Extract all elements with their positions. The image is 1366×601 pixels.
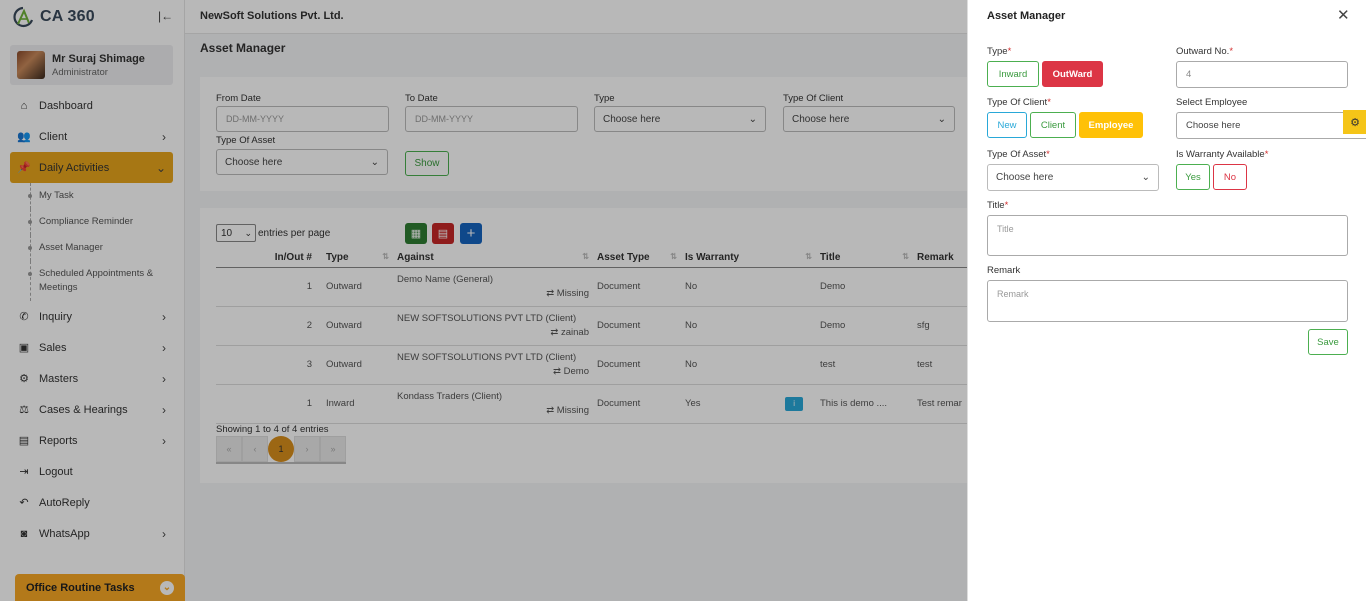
title-label: Title* — [987, 200, 1009, 211]
select-employee-input[interactable]: Choose here — [1176, 112, 1366, 139]
chevron-down-icon: ⌄ — [1141, 172, 1150, 183]
close-icon[interactable]: ✕ — [1337, 6, 1350, 24]
gear-icon[interactable]: ⚙ — [1343, 110, 1366, 134]
asset-manager-panel: Asset Manager ✕ Type* Inward OutWard Out… — [967, 0, 1366, 601]
outward-no-input[interactable]: 4 — [1176, 61, 1348, 88]
new-button[interactable]: New — [987, 112, 1027, 138]
warranty-yes-button[interactable]: Yes — [1176, 164, 1210, 190]
asset-type-select[interactable]: Choose here ⌄ — [987, 164, 1159, 191]
select-employee-label: Select Employee — [1176, 97, 1248, 108]
outward-no-label: Outward No.* — [1176, 46, 1234, 57]
employee-button[interactable]: Employee — [1079, 112, 1143, 138]
client-button[interactable]: Client — [1030, 112, 1076, 138]
inward-button[interactable]: Inward — [987, 61, 1039, 87]
save-button[interactable]: Save — [1308, 329, 1348, 355]
type-label: Type* — [987, 46, 1012, 57]
title-textarea[interactable]: Title — [987, 215, 1348, 256]
outward-button[interactable]: OutWard — [1042, 61, 1103, 87]
client-type-label: Type Of Client* — [987, 97, 1051, 108]
warranty-no-button[interactable]: No — [1213, 164, 1247, 190]
warranty-label: Is Warranty Available* — [1176, 149, 1269, 160]
asset-type-label: Type Of Asset* — [987, 149, 1050, 160]
modal-backdrop[interactable] — [0, 0, 967, 601]
panel-title: Asset Manager — [987, 10, 1066, 22]
remark-textarea[interactable]: Remark — [987, 280, 1348, 322]
asset-type-select-value: Choose here — [996, 172, 1054, 183]
remark-label: Remark — [987, 265, 1021, 276]
